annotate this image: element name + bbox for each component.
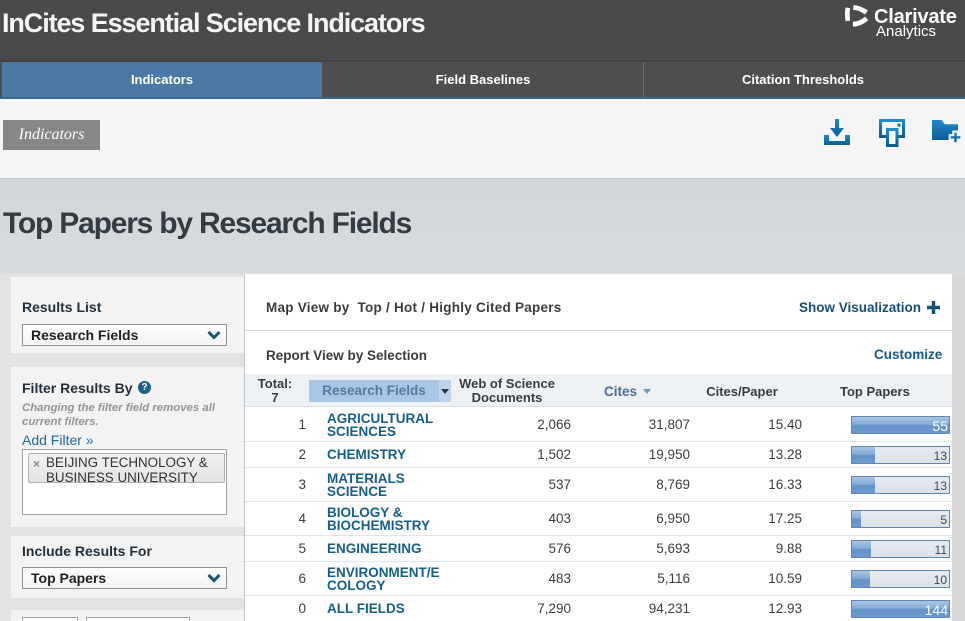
svg-text:Analytics: Analytics xyxy=(876,23,936,40)
